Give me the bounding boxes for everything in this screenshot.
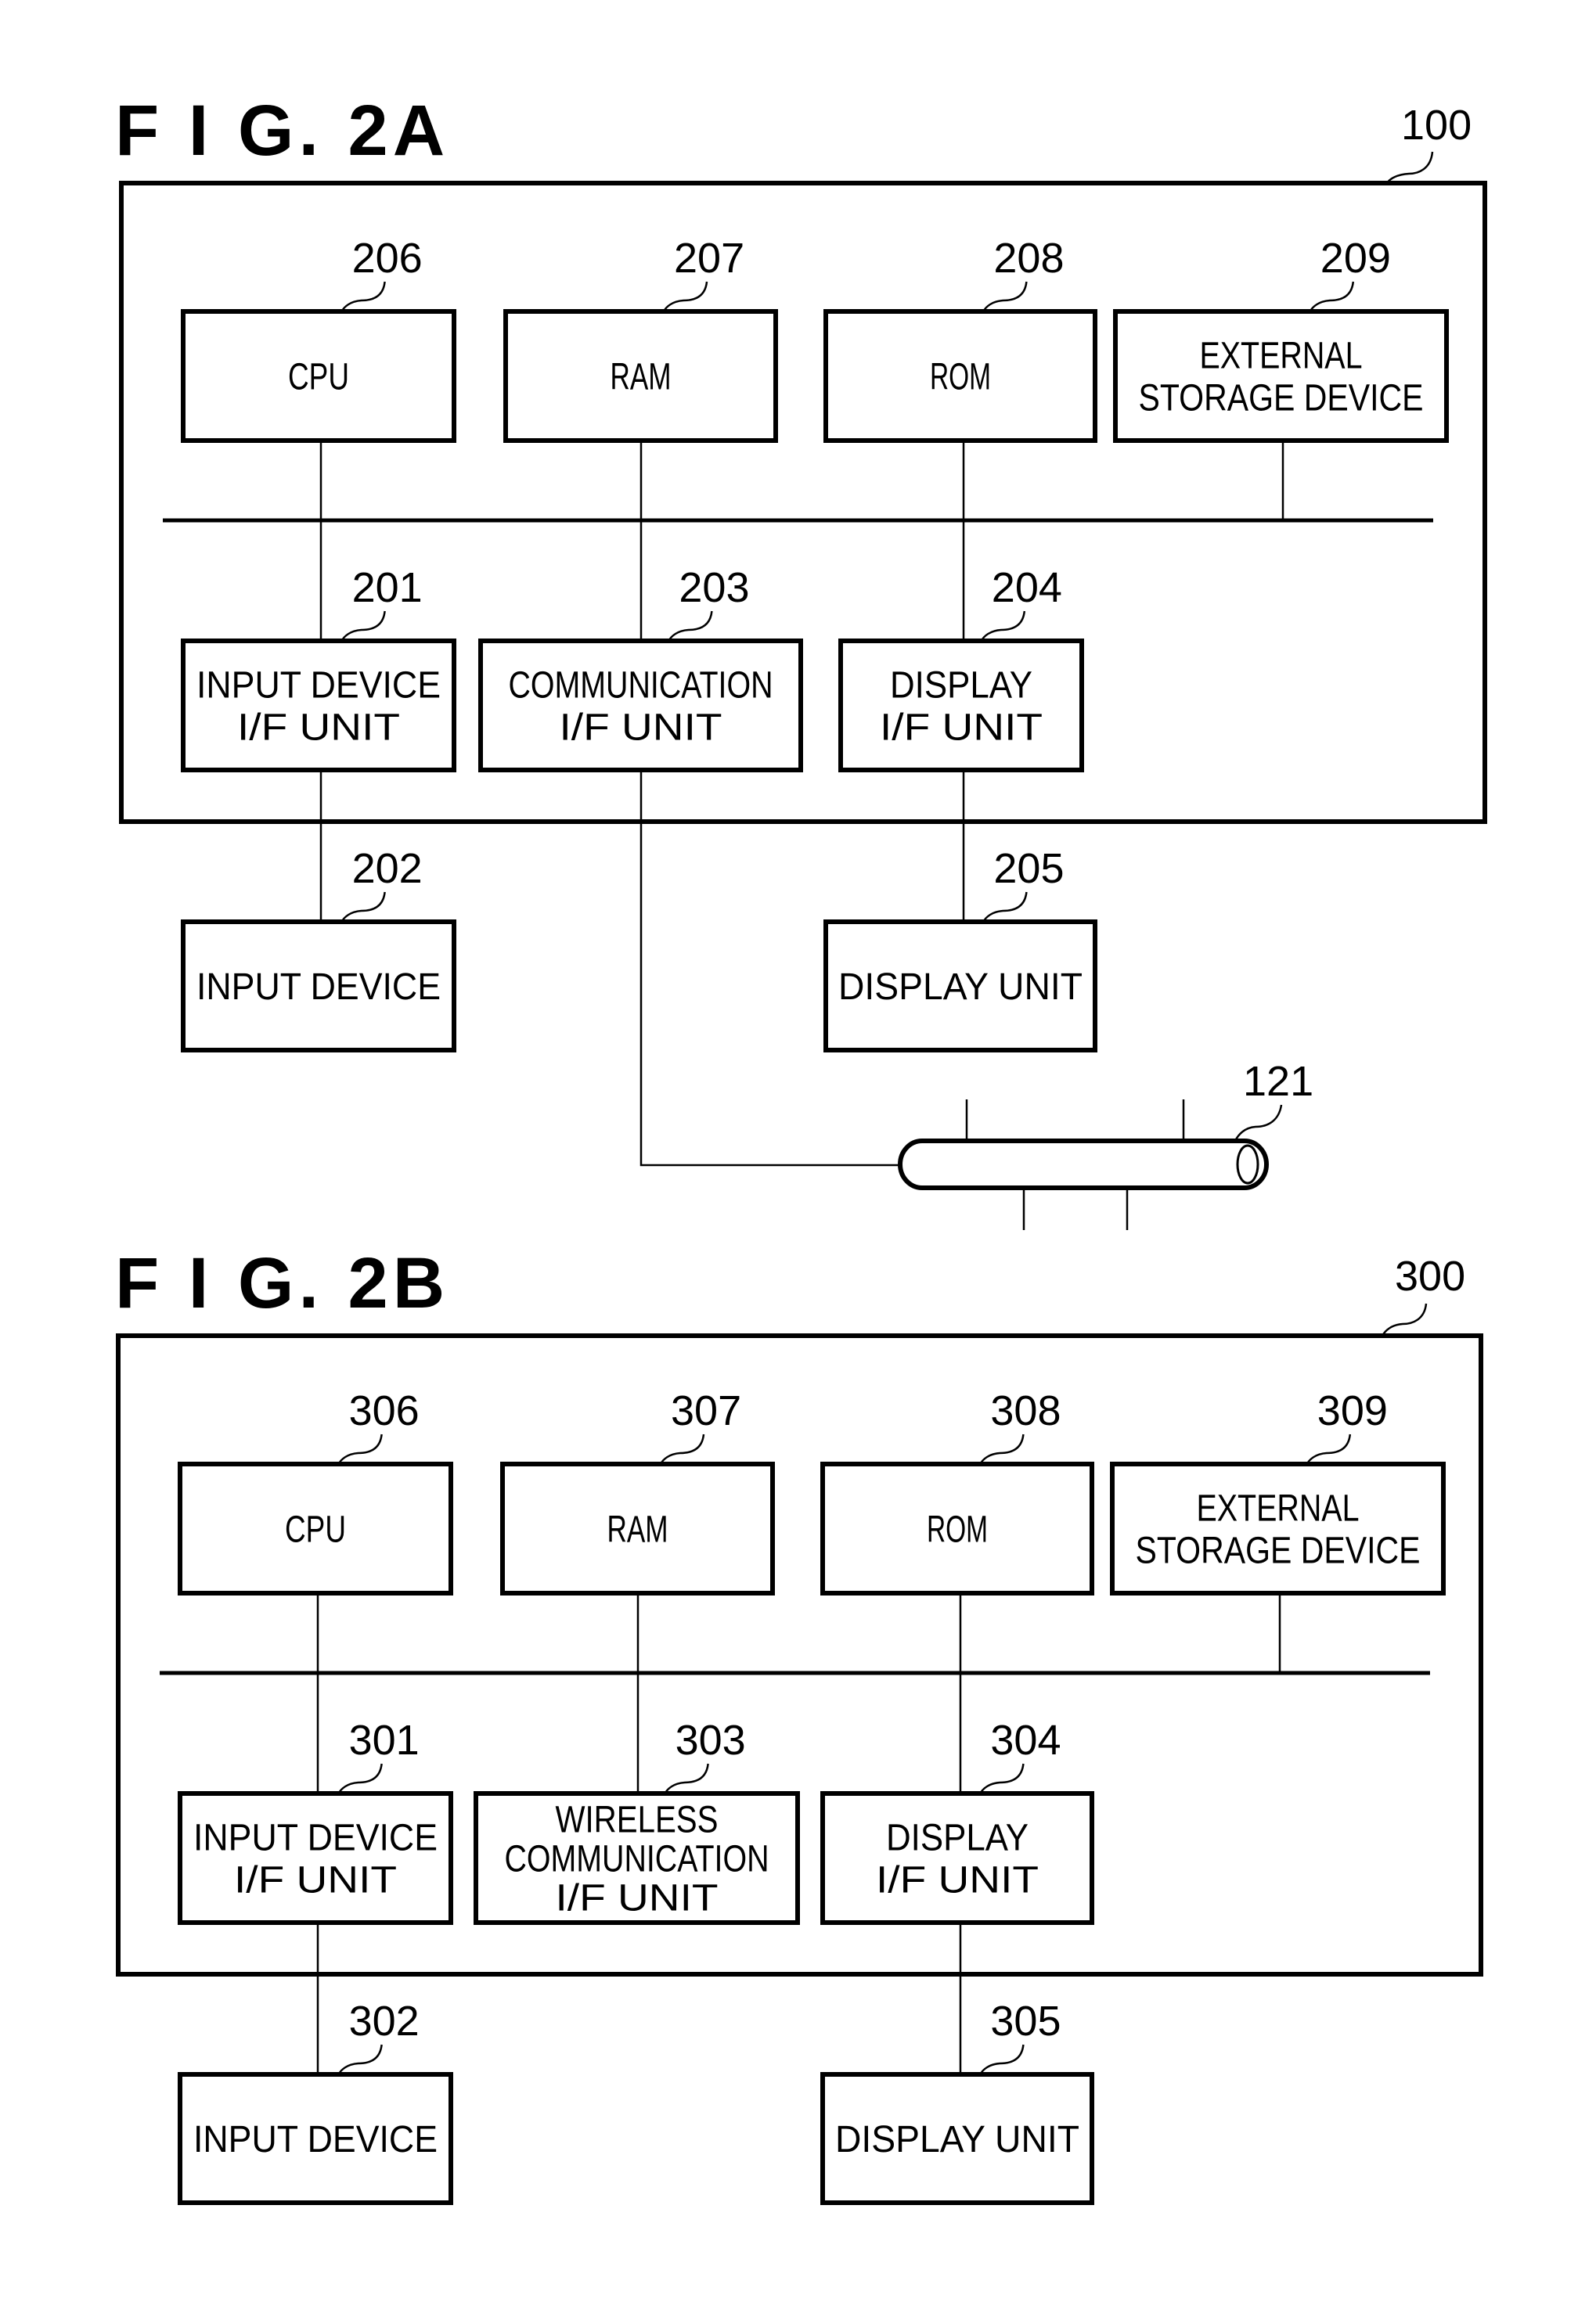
block-label: CPU xyxy=(288,357,349,398)
ref-label-303: 303 xyxy=(676,1717,746,1764)
ref-label-304: 304 xyxy=(990,1717,1061,1764)
block-label: RAM xyxy=(607,1509,668,1551)
block-label: DISPLAY xyxy=(886,1818,1029,1859)
leader-line xyxy=(979,1763,1025,1794)
ref-label-204: 204 xyxy=(992,564,1062,611)
block-label: EXTERNAL xyxy=(1200,336,1363,377)
block-input-device: INPUT DEVICE 202 xyxy=(181,845,456,1052)
block-label: COMMUNICATION xyxy=(509,665,773,707)
leader-line xyxy=(979,2044,1025,2075)
ref-label-301: 301 xyxy=(349,1717,420,1764)
leader-line xyxy=(659,1434,705,1465)
block-display-if: DISPLAYI/F UNIT 204 xyxy=(838,564,1084,772)
ref-label-209: 209 xyxy=(1320,235,1391,282)
leader-line xyxy=(668,610,713,642)
leader-line xyxy=(982,891,1028,923)
block-input-if: INPUT DEVICEI/F UNIT 301 xyxy=(178,1717,453,1925)
block-label: RAM xyxy=(611,357,672,398)
ref-label-201: 201 xyxy=(352,564,423,611)
ref-label-206: 206 xyxy=(352,235,423,282)
block-display-if: DISPLAYI/F UNIT 304 xyxy=(820,1717,1094,1925)
block-label: STORAGE DEVICE xyxy=(1139,378,1424,419)
ref-label-309: 309 xyxy=(1317,1387,1388,1434)
ref-label-300: 300 xyxy=(1395,1253,1465,1300)
leader-line xyxy=(337,1434,383,1465)
ref-label-302: 302 xyxy=(349,1998,420,2045)
leader-line xyxy=(1385,151,1434,184)
ref-label-207: 207 xyxy=(674,235,744,282)
ref-label-208: 208 xyxy=(993,235,1064,282)
block-display-unit: DISPLAY UNIT 205 xyxy=(823,845,1097,1052)
block-label: I/F UNIT xyxy=(876,1860,1039,1901)
block-label: WIRELESS xyxy=(556,1800,719,1841)
leader-line xyxy=(337,1763,383,1794)
ref-label-205: 205 xyxy=(993,845,1064,892)
ref-label-203: 203 xyxy=(679,564,749,611)
leader-line xyxy=(340,891,386,923)
ref-label-305: 305 xyxy=(990,1998,1061,2045)
leader-line xyxy=(1309,281,1355,312)
block-label: EXTERNAL xyxy=(1197,1488,1360,1530)
leader-line xyxy=(662,281,708,312)
block-cpu: CPU 306 xyxy=(178,1387,453,1596)
block-ext: EXTERNALSTORAGE DEVICE 209 xyxy=(1113,235,1449,443)
leader-line xyxy=(1234,1104,1283,1142)
ref-label-121: 121 xyxy=(1243,1058,1313,1105)
block-ram: RAM 307 xyxy=(500,1387,775,1596)
components-2b: CPU 306 RAM 307 ROM 308 EXTERNALSTORAGE DEVICE… xyxy=(178,1387,1446,2205)
figure-title: F I G. 2B xyxy=(115,1243,449,1323)
block-cpu: CPU 206 xyxy=(181,235,456,443)
leader-line xyxy=(340,281,386,312)
figure-title: F I G. 2A xyxy=(115,91,449,171)
components-2a: CPU 206 RAM 207 ROM 208 EXTERNALSTORAGE DEVICE… xyxy=(181,235,1449,1052)
leader-line xyxy=(337,2044,383,2075)
block-label: ROM xyxy=(930,357,991,398)
network-cable-icon xyxy=(898,1139,1269,1190)
leader-line xyxy=(980,610,1026,642)
ref-label-308: 308 xyxy=(990,1387,1061,1434)
block-label: DISPLAY xyxy=(890,665,1032,707)
block-label: DISPLAY UNIT xyxy=(838,966,1083,1008)
leader-line xyxy=(1306,1434,1352,1465)
figure-2a: F I G. 2A 100 CPU 206 RAM 207 ROM 208 EXTERNAL… xyxy=(115,91,1487,1230)
figure-2b: F I G. 2B 300 CPU 306 RAM 307 ROM 308 EXTERNAL… xyxy=(115,1243,1483,2205)
block-label: STORAGE DEVICE xyxy=(1136,1531,1421,1572)
ref-label-202: 202 xyxy=(352,845,423,892)
block-label: I/F UNIT xyxy=(237,707,400,749)
block-label: I/F UNIT xyxy=(234,1860,397,1901)
leader-line xyxy=(340,610,386,642)
block-rom: ROM 308 xyxy=(820,1387,1094,1596)
block-label: INPUT DEVICE xyxy=(193,2119,438,2160)
block-display-unit: DISPLAY UNIT 305 xyxy=(820,1998,1094,2205)
ref-label-306: 306 xyxy=(349,1387,420,1434)
block-label: INPUT DEVICE xyxy=(193,1818,438,1859)
diagram-canvas: F I G. 2A 100 CPU 206 RAM 207 ROM 208 EXTERNAL… xyxy=(115,91,1487,2205)
block-label: INPUT DEVICE xyxy=(196,665,441,707)
block-label: DISPLAY UNIT xyxy=(835,2119,1079,2160)
block-rom: ROM 208 xyxy=(823,235,1097,443)
block-ext: EXTERNALSTORAGE DEVICE 309 xyxy=(1110,1387,1446,1596)
block-ram: RAM 207 xyxy=(503,235,778,443)
leader-line xyxy=(1381,1303,1428,1336)
ref-label-100: 100 xyxy=(1401,102,1472,149)
block-label: CPU xyxy=(285,1509,346,1551)
ref-label-307: 307 xyxy=(671,1387,741,1434)
block-comm-if: WIRELESSCOMMUNICATIONI/F UNIT 303 xyxy=(474,1717,800,1925)
leader-line xyxy=(982,281,1028,312)
block-input-if: INPUT DEVICEI/F UNIT 201 xyxy=(181,564,456,772)
block-label: I/F UNIT xyxy=(560,707,722,749)
block-input-device: INPUT DEVICE 302 xyxy=(178,1998,453,2205)
block-label: ROM xyxy=(927,1509,988,1551)
leader-line xyxy=(664,1763,709,1794)
block-label: INPUT DEVICE xyxy=(196,966,441,1008)
block-label: COMMUNICATION xyxy=(505,1839,769,1880)
network-121: 121 xyxy=(898,1058,1313,1230)
block-label: I/F UNIT xyxy=(556,1878,719,1919)
leader-line xyxy=(979,1434,1025,1465)
block-label: I/F UNIT xyxy=(880,707,1043,749)
